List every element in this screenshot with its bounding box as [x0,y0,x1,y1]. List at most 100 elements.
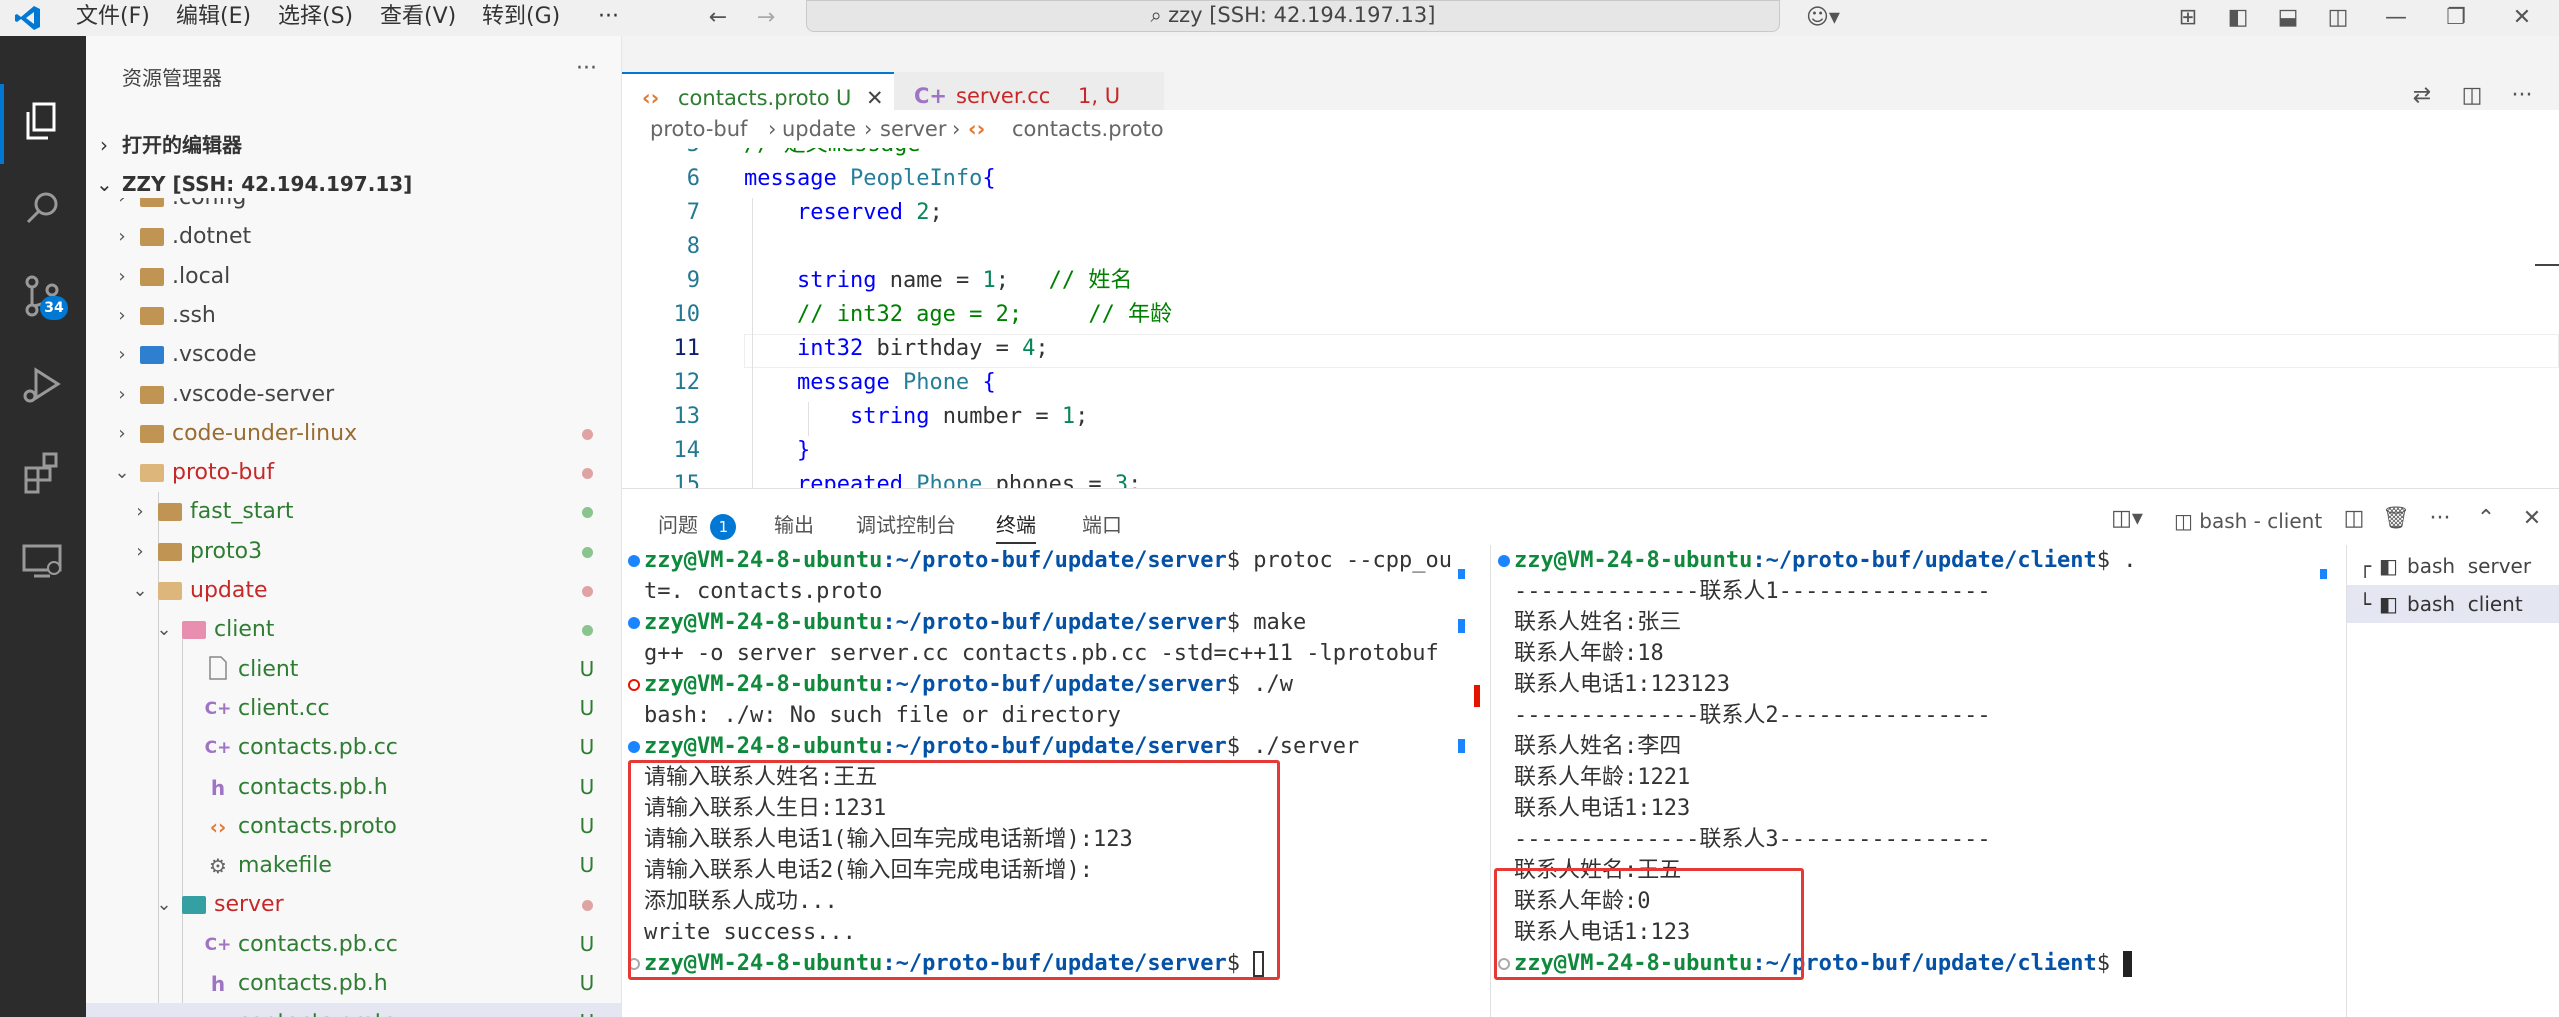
menu-go[interactable]: 转到(G) [482,0,560,36]
remote-explorer-icon[interactable] [18,536,68,586]
search-icon[interactable] [18,184,68,234]
explorer-icon[interactable] [18,96,68,146]
tree-folder-proto-buf[interactable]: ⌄ proto-buf [86,453,621,492]
breadcrumb-item[interactable]: server [880,110,946,148]
tree-file-contacts-pb-cc[interactable]: C+ contacts.pb.cc U [86,925,621,964]
menu-selection[interactable]: 选择(S) [278,0,353,36]
more-icon[interactable]: ··· [2426,505,2454,533]
tree-folder-client[interactable]: ⌄ client [86,610,621,649]
code-line: 13 string number = 1; [622,400,2559,434]
close-panel-icon[interactable]: ✕ [2518,505,2546,533]
tree-folder-update[interactable]: ⌄ update [86,571,621,610]
client-folder-icon [180,616,208,644]
close-window-icon[interactable]: ✕ [2508,4,2536,32]
tree-folder-config[interactable]: › .config [86,198,621,217]
tree-item-label: .config [172,198,246,217]
prompt-command: $ make [1226,610,1307,635]
tree-folder-server[interactable]: ⌄ server [86,885,621,924]
source-control-icon[interactable]: 34 [18,272,68,322]
terminal-divider [1490,545,1491,1017]
vscode-folder-icon [138,341,166,369]
breadcrumb-item[interactable]: contacts.proto [1012,110,1164,148]
tree-folder-code-under-linux[interactable]: › code-under-linux [86,414,621,453]
code-editor[interactable]: 5 // 定义message 6 message PeopleInfo{ 7 res… [622,148,2559,488]
tree-folder-dotnet[interactable]: › .dotnet [86,217,621,256]
terminal-list-item[interactable]: ┌ ◧ bash server [2347,547,2559,585]
tree-folder-proto3[interactable]: › proto3 [86,532,621,571]
tree-item-label: contacts.pb.h [238,971,388,996]
tree-folder-ssh[interactable]: › .ssh [86,296,621,335]
git-status-letter: U [579,774,595,799]
toggle-panel-icon[interactable]: ⬓ [2274,4,2302,32]
open-editors-section[interactable]: › 打开的编辑器 [86,126,621,164]
code-text: repeated Phone phones = 3; [796,472,1142,488]
compare-changes-icon[interactable]: ⇄ [2408,82,2436,110]
tree-file-contacts-pb-h[interactable]: h contacts.pb.h U [86,768,621,807]
terminal-prompt-line: zzy@VM-24-8-ubuntu:~/proto-buf/update/cl… [1498,545,2132,576]
chevron-right-icon: › [118,304,126,326]
run-debug-icon[interactable] [18,360,68,410]
trash-icon[interactable]: 🗑 [2382,505,2410,533]
command-status-dot [1498,555,1510,567]
copilot-icon[interactable]: ☺▾ [1800,4,1846,32]
toggle-sidebar-icon[interactable]: ◧ [2224,4,2252,32]
source-control-badge: 34 [40,296,68,320]
menu-edit[interactable]: 编辑(E) [176,0,251,36]
extensions-icon[interactable] [18,448,68,498]
tree-file-contacts-proto[interactable]: ‹› contacts.proto U [86,807,621,846]
cpp-file-icon: C+ [204,934,232,955]
terminal-scrollbar[interactable] [1458,545,1468,975]
server-folder-icon [180,891,208,919]
tree-folder-vscode[interactable]: › .vscode [86,335,621,374]
tree-item-label: makefile [238,853,332,879]
tree-file-contacts-proto[interactable]: ‹› contacts.proto U [86,1003,621,1017]
git-status-letter: U [579,931,595,956]
minimize-icon[interactable]: — [2382,4,2410,32]
tree-item-label: contacts.proto [238,813,397,839]
toggle-secondary-sidebar-icon[interactable]: ◫ [2324,4,2352,32]
tree-file-client[interactable]: client U [86,650,621,689]
proto-file-icon: ‹› [209,814,227,839]
tree-folder-vscode-server[interactable]: › .vscode-server [86,375,621,414]
tree-file-makefile[interactable]: ⚙ makefile U [86,846,621,885]
panel-tab-terminal[interactable]: 终端 [996,509,1036,544]
git-status-letter: U [579,813,595,838]
scroll-marker [2320,569,2327,579]
menu-file[interactable]: 文件(F) [76,0,150,36]
menu-more[interactable]: ··· [598,0,619,36]
command-center-search[interactable]: ⌕ zzy [SSH: 42.194.197.13] [806,0,1780,32]
forward-arrow-icon[interactable]: → [752,4,780,32]
panel-tab-debug-console[interactable]: 调试控制台 [856,509,956,538]
panel-tab-output[interactable]: 输出 [774,509,814,538]
git-status-dot [577,571,597,610]
terminal-label[interactable]: ◫ bash - client [2174,509,2322,533]
terminal-output-line: g++ -o server server.cc contacts.pb.cc -… [644,641,1439,666]
terminal-list-item[interactable]: └ ◧ bash client [2347,585,2559,623]
tree-file-contacts-pb-cc[interactable]: C+ contacts.pb.cc U [86,728,621,767]
tree-file-contacts-pb-h[interactable]: h contacts.pb.h U [86,964,621,1003]
layout-panels-icon[interactable]: ⊞ [2174,4,2202,32]
scroll-marker [1458,619,1465,633]
terminal-output-line: 联系人姓名:张三 [1514,610,1682,635]
breadcrumb-item[interactable]: proto-buf [650,110,747,148]
split-icon[interactable]: ◫ [2340,505,2368,533]
prompt-command: $ [2096,951,2124,976]
tree-file-client-cc[interactable]: C+ client.cc U [86,689,621,728]
restore-icon[interactable]: ❐ [2442,4,2470,32]
prompt-path: :~/proto-buf/update/client [1752,951,2097,976]
maximize-panel-icon[interactable]: ⌃ [2472,505,2500,533]
tree-folder-fast-start[interactable]: › fast_start [86,492,621,531]
split-terminal-icon[interactable]: ◫▾ [2102,505,2152,533]
split-editor-icon[interactable]: ◫ [2458,82,2486,110]
panel-tab-problems[interactable]: 问题 1 [658,509,737,540]
tree-folder-local[interactable]: › .local [86,257,621,296]
prompt-user: zzy@VM-24-8-ubuntu [644,548,883,573]
menu-view[interactable]: 查看(V) [380,0,456,36]
git-status-letter: U [579,735,595,760]
panel-tab-ports[interactable]: 端口 [1082,509,1122,538]
back-arrow-icon[interactable]: ← [704,4,732,32]
prompt-path: :~/proto-buf/update/client [1752,548,2097,573]
explorer-more-button[interactable]: ··· [576,56,597,81]
more-actions-icon[interactable]: ··· [2508,82,2536,110]
breadcrumb-item[interactable]: update [782,110,856,148]
